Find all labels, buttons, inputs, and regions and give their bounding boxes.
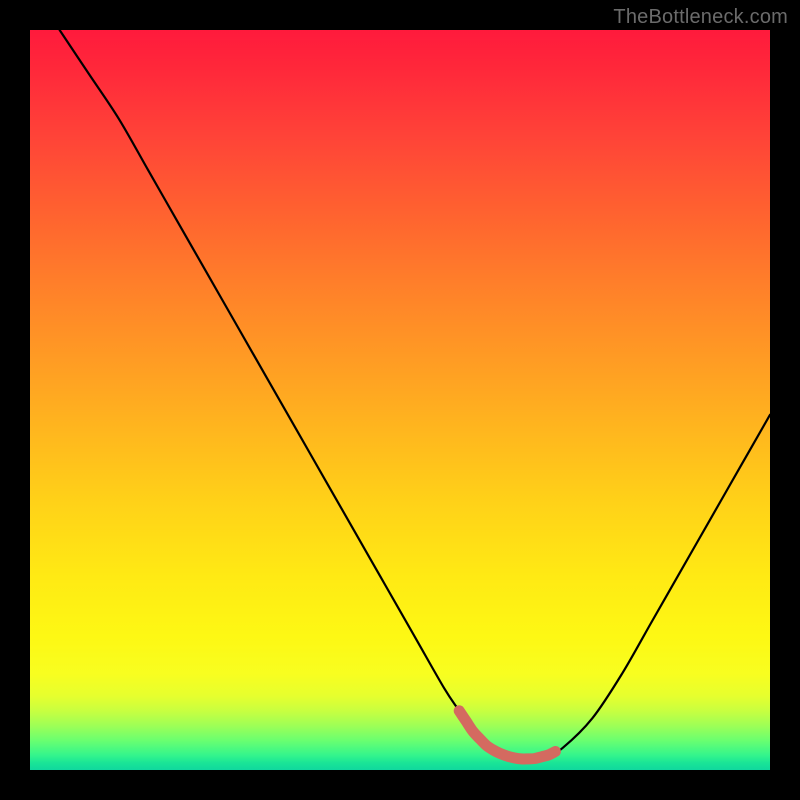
highlight-path: [459, 711, 555, 759]
plot-area: [30, 30, 770, 770]
chart-frame: TheBottleneck.com: [0, 0, 800, 800]
optimal-range-highlight: [459, 711, 555, 759]
curve-path: [60, 30, 770, 759]
curve-layer: [30, 30, 770, 770]
bottleneck-curve: [60, 30, 770, 759]
watermark-text: TheBottleneck.com: [613, 6, 788, 29]
